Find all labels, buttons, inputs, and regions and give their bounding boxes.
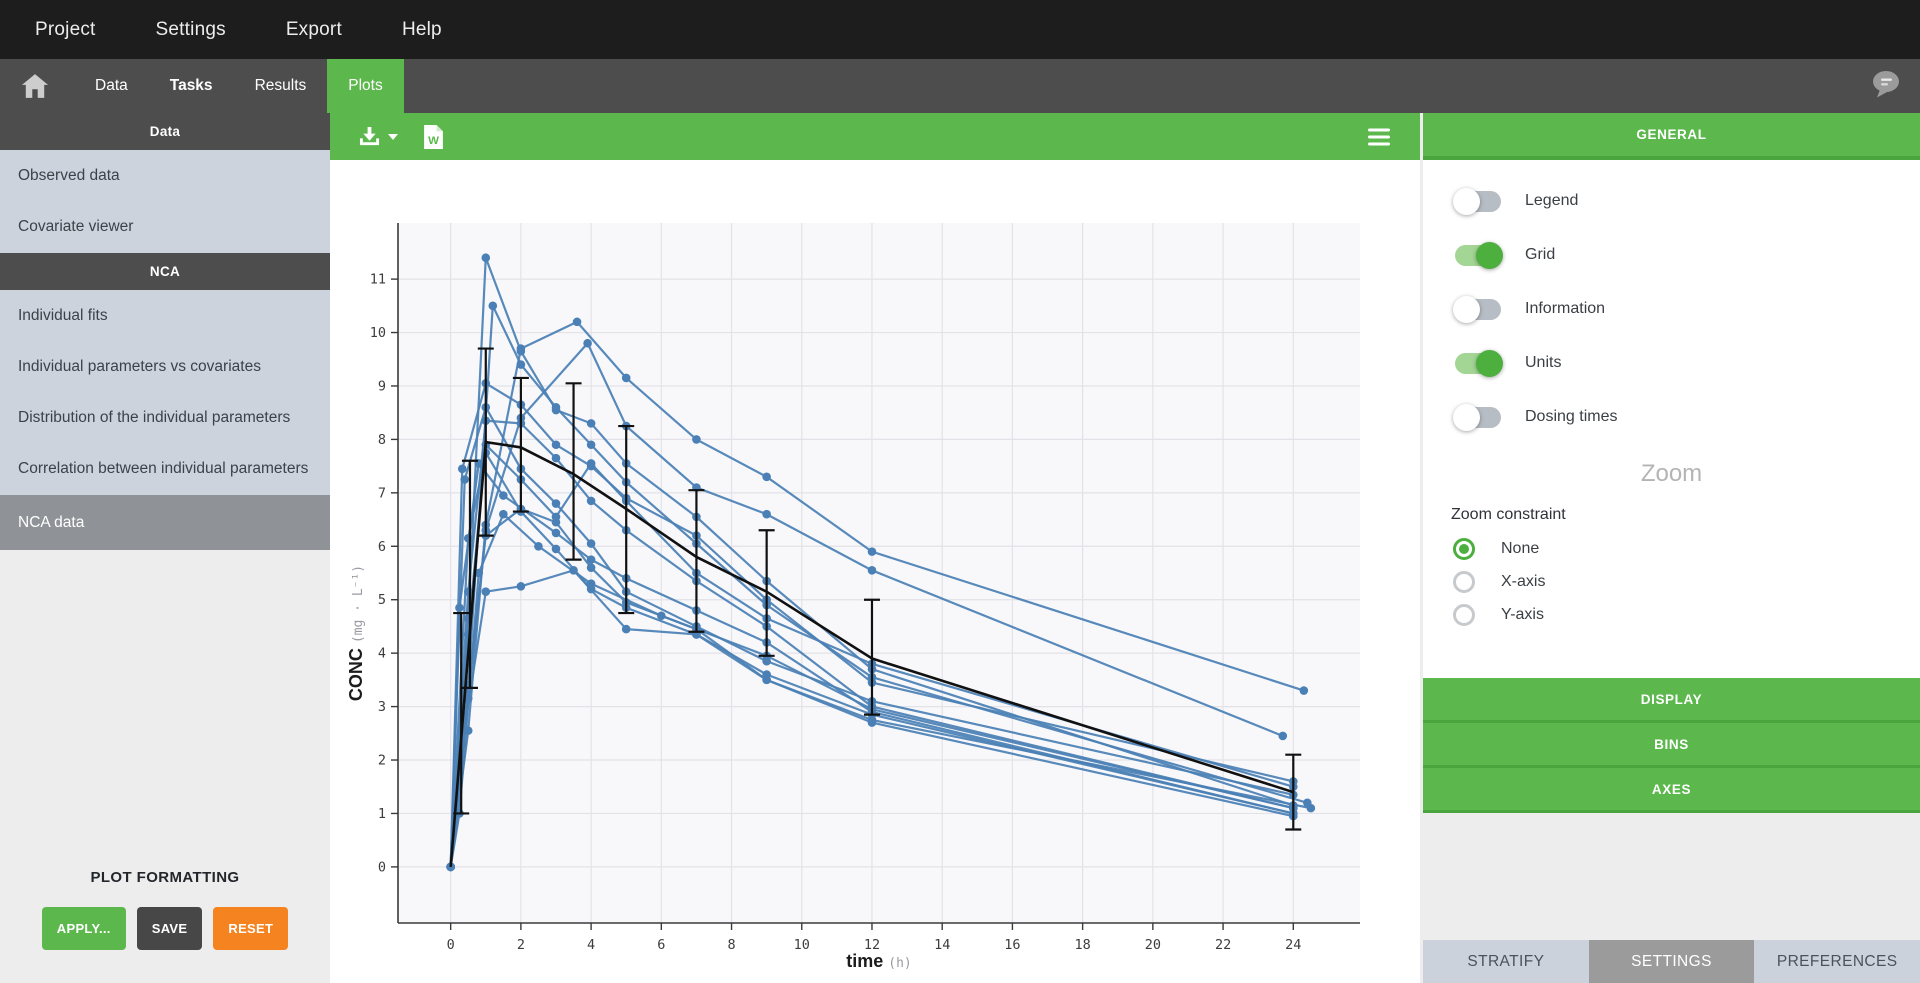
svg-text:6: 6 bbox=[378, 539, 386, 555]
nca-data-chart[interactable]: 02468101214161820222401234567891011time … bbox=[330, 160, 1420, 983]
menu-item-settings[interactable]: Settings bbox=[156, 19, 226, 41]
tab-results[interactable]: Results bbox=[234, 59, 328, 113]
menu-bar: Project Settings Export Help bbox=[0, 0, 1920, 59]
home-icon[interactable] bbox=[22, 59, 48, 113]
reset-button[interactable]: RESET bbox=[213, 907, 288, 950]
units-toggle-label: Units bbox=[1525, 354, 1561, 372]
grid-toggle-label: Grid bbox=[1525, 246, 1555, 264]
word-export-icon[interactable]: W bbox=[424, 125, 443, 149]
tab-stratify[interactable]: STRATIFY bbox=[1423, 940, 1589, 983]
svg-text:0: 0 bbox=[447, 937, 455, 953]
svg-text:9: 9 bbox=[378, 378, 386, 394]
svg-text:2: 2 bbox=[517, 937, 525, 953]
tab-tasks[interactable]: Tasks bbox=[149, 59, 234, 113]
menu-item-export[interactable]: Export bbox=[286, 19, 342, 41]
zoom-constraint-xaxis-radio[interactable] bbox=[1453, 571, 1475, 593]
svg-text:W: W bbox=[428, 134, 439, 146]
sidebar-item-indiv-params-vs-cov[interactable]: Individual parameters vs covariates bbox=[0, 341, 330, 392]
menu-item-help[interactable]: Help bbox=[402, 19, 442, 41]
svg-text:3: 3 bbox=[378, 699, 386, 715]
svg-text:7: 7 bbox=[378, 485, 386, 501]
svg-text:18: 18 bbox=[1075, 937, 1091, 953]
zoom-constraint-yaxis-radio[interactable] bbox=[1453, 604, 1475, 626]
svg-text:1: 1 bbox=[378, 806, 386, 822]
general-body: Legend Grid Information Units Dosing tim… bbox=[1423, 160, 1920, 678]
bins-accordion[interactable]: BINS bbox=[1423, 723, 1920, 768]
sidebar: Data Observed data Covariate viewer NCA … bbox=[0, 113, 330, 983]
main-nav: Data Tasks Results Plots bbox=[0, 59, 1920, 113]
panel-filler bbox=[1423, 813, 1920, 940]
sidebar-item-individual-fits[interactable]: Individual fits bbox=[0, 290, 330, 341]
svg-text:11: 11 bbox=[370, 272, 386, 288]
units-toggle[interactable] bbox=[1455, 353, 1501, 374]
zoom-constraint-label: Zoom constraint bbox=[1423, 506, 1920, 524]
svg-text:2: 2 bbox=[378, 753, 386, 769]
menu-icon[interactable] bbox=[1368, 124, 1390, 149]
sidebar-section-data: Data bbox=[0, 113, 330, 150]
legend-toggle[interactable] bbox=[1455, 191, 1501, 212]
plot-formatting-section: PLOT FORMATTING APPLY... SAVE RESET bbox=[0, 869, 330, 950]
svg-text:CONC (mg · L⁻¹): CONC (mg · L⁻¹) bbox=[346, 565, 366, 701]
content-area: Data Observed data Covariate viewer NCA … bbox=[0, 113, 1920, 983]
menu-item-project[interactable]: Project bbox=[35, 19, 96, 41]
zoom-constraint-none-option[interactable]: None bbox=[1423, 532, 1920, 565]
tab-data[interactable]: Data bbox=[74, 59, 149, 113]
svg-text:8: 8 bbox=[378, 432, 386, 448]
download-icon[interactable] bbox=[358, 127, 398, 147]
display-accordion[interactable]: DISPLAY bbox=[1423, 678, 1920, 723]
settings-panel: GENERAL Legend Grid Information Units Do… bbox=[1423, 113, 1920, 983]
save-button[interactable]: SAVE bbox=[137, 907, 203, 950]
sidebar-item-correlation-params[interactable]: Correlation between individual parameter… bbox=[0, 443, 330, 494]
sidebar-list-nca: Individual fits Individual parameters vs… bbox=[0, 290, 330, 550]
svg-text:4: 4 bbox=[378, 646, 386, 662]
sidebar-item-covariate-viewer[interactable]: Covariate viewer bbox=[0, 201, 330, 252]
zoom-section-title: Zoom bbox=[1423, 460, 1920, 488]
svg-text:10: 10 bbox=[370, 325, 386, 341]
information-toggle-label: Information bbox=[1525, 300, 1605, 318]
svg-text:4: 4 bbox=[587, 937, 595, 953]
sidebar-item-observed-data[interactable]: Observed data bbox=[0, 150, 330, 201]
zoom-constraint-yaxis-option[interactable]: Y-axis bbox=[1423, 598, 1920, 631]
svg-text:8: 8 bbox=[727, 937, 735, 953]
plot-toolbar: W bbox=[330, 113, 1420, 160]
plot-formatting-title: PLOT FORMATTING bbox=[0, 869, 330, 886]
legend-toggle-label: Legend bbox=[1525, 192, 1578, 210]
svg-text:22: 22 bbox=[1215, 937, 1231, 953]
svg-text:14: 14 bbox=[934, 937, 950, 953]
svg-text:20: 20 bbox=[1145, 937, 1161, 953]
axes-accordion[interactable]: AXES bbox=[1423, 768, 1920, 813]
zoom-constraint-none-radio[interactable] bbox=[1453, 538, 1475, 560]
svg-text:10: 10 bbox=[794, 937, 810, 953]
svg-text:24: 24 bbox=[1285, 937, 1301, 953]
dosing-times-toggle-label: Dosing times bbox=[1525, 408, 1617, 426]
panel-bottom-tabs: STRATIFY SETTINGS PREFERENCES bbox=[1423, 940, 1920, 983]
svg-text:16: 16 bbox=[1004, 937, 1020, 953]
zoom-constraint-xaxis-label: X-axis bbox=[1501, 573, 1545, 591]
sidebar-list-data: Observed data Covariate viewer bbox=[0, 150, 330, 253]
zoom-constraint-none-label: None bbox=[1501, 540, 1539, 558]
sidebar-item-nca-data[interactable]: NCA data bbox=[0, 495, 330, 550]
dosing-times-toggle[interactable] bbox=[1455, 407, 1501, 428]
sidebar-section-nca: NCA bbox=[0, 253, 330, 290]
svg-text:5: 5 bbox=[378, 592, 386, 608]
plot-card: W 02468101214161820222401234567891011tim… bbox=[330, 113, 1420, 983]
caret-down-icon bbox=[388, 134, 398, 140]
svg-text:6: 6 bbox=[657, 937, 665, 953]
zoom-constraint-yaxis-label: Y-axis bbox=[1501, 606, 1544, 624]
chat-icon[interactable] bbox=[1870, 69, 1904, 104]
tab-preferences[interactable]: PREFERENCES bbox=[1754, 940, 1920, 983]
tab-settings[interactable]: SETTINGS bbox=[1589, 940, 1755, 983]
information-toggle[interactable] bbox=[1455, 299, 1501, 320]
svg-text:0: 0 bbox=[378, 859, 386, 875]
svg-text:time (h): time (h) bbox=[846, 951, 912, 971]
sidebar-item-distribution-params[interactable]: Distribution of the individual parameter… bbox=[0, 392, 330, 443]
general-header[interactable]: GENERAL bbox=[1423, 113, 1920, 160]
grid-toggle[interactable] bbox=[1455, 245, 1501, 266]
tab-plots[interactable]: Plots bbox=[327, 59, 403, 113]
apply-button[interactable]: APPLY... bbox=[42, 907, 126, 950]
zoom-constraint-xaxis-option[interactable]: X-axis bbox=[1423, 565, 1920, 598]
